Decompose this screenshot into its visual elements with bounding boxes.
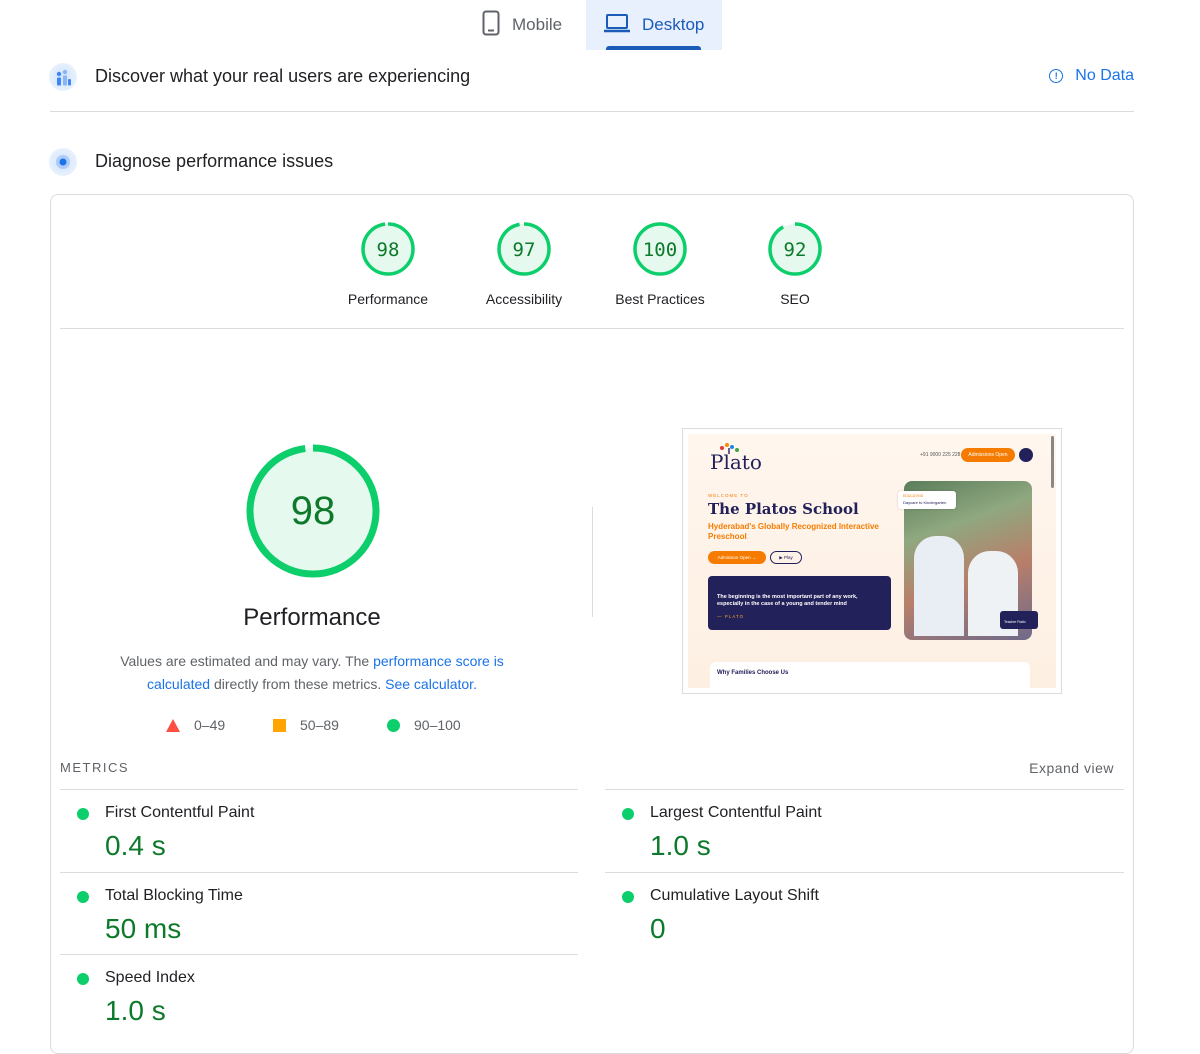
diagnose-title: Diagnose performance issues [95,151,334,171]
metric-value: 0.4 s [105,830,166,861]
metric-value: 1.0 s [105,995,166,1026]
tab-desktop[interactable]: Desktop [586,0,722,50]
site-footer-title: Why Families Choose Us [717,670,789,676]
metric-name: Cumulative Layout Shift [650,887,819,904]
triangle-icon [166,718,180,732]
final-screenshot[interactable]: Plato +91 9000 225 228 Admissions Open W… [682,428,1062,694]
site-headline: The Platos School [708,500,859,518]
gauge-best-practices[interactable]: 100 Best Practices [595,221,725,307]
gauge-label: Performance [347,291,429,307]
see-calculator-link[interactable]: See calculator. [385,676,477,692]
tab-mobile-label: Mobile [512,15,563,34]
square-icon [273,718,286,732]
metric-cls: Cumulative Layout Shift 0 [605,873,1124,955]
divider [50,111,1134,112]
metrics-title: METRICS [60,760,129,775]
circle-icon [387,718,400,732]
vertical-divider [592,507,593,617]
screenshot-scrollbar [1051,436,1054,488]
photo-child-left [914,536,964,636]
performance-score: 98 [291,489,336,533]
no-data-label: No Data [1075,67,1134,84]
expand-view-button[interactable]: Expand view [1029,760,1114,776]
diagnose-icon [49,148,77,176]
laptop-icon [604,13,630,38]
gauge-score: 92 [784,239,807,261]
site-badge-bottom-text: Teacher Ratio [1004,620,1026,624]
site-phone: +91 9000 225 228 [920,452,961,458]
users-chart-icon [49,63,77,91]
gauge-seo[interactable]: 92 SEO [730,221,860,307]
performance-description: Values are estimated and may vary. The p… [102,650,522,696]
gauge-label: SEO [780,291,810,307]
pass-circle-icon [77,808,89,820]
site-quote-box: The beginning is the most important part… [708,576,891,630]
gauge-score: 98 [377,239,400,261]
active-tab-indicator [606,46,701,50]
performance-gauge: 98 [246,444,380,578]
metric-value: 1.0 s [650,830,711,861]
site-badge-top-kicker: EDUCATING [903,494,924,498]
gauge-score: 100 [643,239,677,261]
legend-fail: 0–49 [166,717,225,733]
gauges-divider [60,328,1124,329]
site-badge-bottom: Teacher Ratio [1000,611,1038,629]
metric-tbt: Total Blocking Time 50 ms [60,873,578,955]
metric-name: Total Blocking Time [105,887,243,904]
legend-fail-label: 0–49 [194,717,226,733]
metric-value: 0 [650,913,666,944]
legend-pass-label: 90–100 [414,717,461,733]
field-data-title: Discover what your real users are experi… [95,66,471,86]
gauge-performance[interactable]: 98 Performance [323,221,453,307]
phone-icon [482,10,500,41]
site-play-button: ▶ Play [770,551,802,564]
metric-name: First Contentful Paint [105,804,255,821]
screenshot-page: Plato +91 9000 225 228 Admissions Open W… [688,434,1056,688]
pass-circle-icon [622,808,634,820]
desc-text-1: Values are estimated and may vary. The [120,653,374,669]
gauge-score: 97 [513,239,536,261]
site-quote: The beginning is the most important part… [717,594,858,607]
desc-text-2: directly from these metrics. [210,676,386,692]
pass-circle-icon [77,891,89,903]
metric-value: 50 ms [105,913,182,944]
site-quote-author: — PLATO [717,614,745,619]
tab-mobile[interactable]: Mobile [470,0,586,50]
site-subhead: Hyderabad's Globally Recognized Interact… [708,522,879,541]
metric-fcp: First Contentful Paint 0.4 s [60,790,578,872]
gauge-ring: 98 [361,222,415,276]
gauge-label: Best Practices [615,291,705,307]
pass-circle-icon [622,891,634,903]
performance-label: Performance [243,604,381,631]
gauge-ring: 100 [633,222,687,276]
plato-logo: Plato [710,450,762,474]
metric-speed-index: Speed Index 1.0 s [60,955,578,1037]
gauge-ring: 92 [768,222,822,276]
no-data-status[interactable]: ! No Data [1049,67,1134,85]
legend-average: 50–89 [273,717,339,733]
metric-name: Speed Index [105,969,195,986]
tab-desktop-label: Desktop [642,15,705,34]
site-admission-button: Admission Open → [708,551,766,564]
info-icon: ! [1049,69,1064,83]
site-badge-top-text: Daycare to Kindergarten [903,500,947,505]
site-admissions-button: Admissions Open [961,448,1015,462]
metric-lcp: Largest Contentful Paint 1.0 s [605,790,1124,872]
legend-average-label: 50–89 [300,717,339,733]
metric-name: Largest Contentful Paint [650,804,822,821]
site-kicker: WELCOME TO [708,493,749,498]
site-badge-top: EDUCATING Daycare to Kindergarten [898,491,956,509]
legend-pass: 90–100 [387,717,461,733]
gauge-label: Accessibility [485,291,563,307]
site-footer-card: Why Families Choose Us [710,662,1030,688]
pass-circle-icon [77,973,89,985]
site-menu-icon [1019,448,1033,462]
gauge-ring: 97 [497,222,551,276]
gauge-accessibility[interactable]: 97 Accessibility [459,221,589,307]
